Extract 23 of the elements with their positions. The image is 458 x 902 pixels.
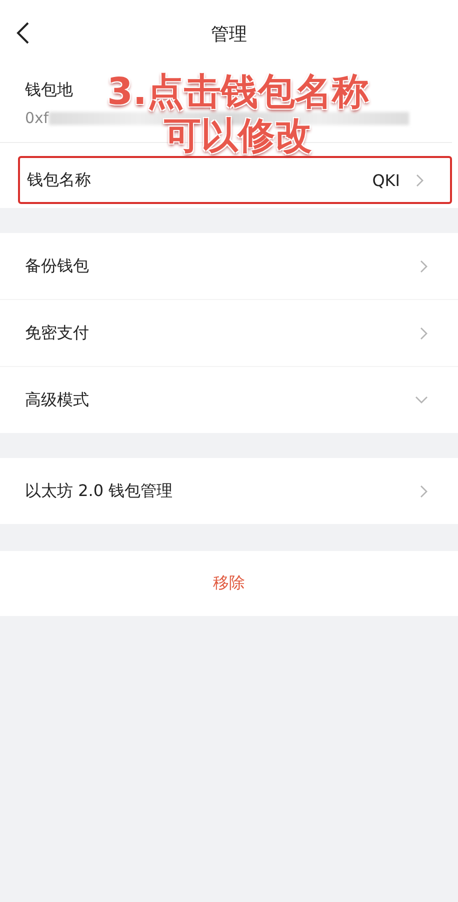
row-label: 备份钱包 bbox=[25, 256, 90, 276]
settings-row[interactable]: 高级模式 bbox=[0, 366, 458, 433]
wallet-name: QKI bbox=[372, 170, 400, 190]
chevron-right-icon bbox=[416, 174, 424, 186]
back-icon[interactable] bbox=[16, 22, 30, 44]
annotation-text: 可以修改 bbox=[164, 114, 312, 158]
settings-row[interactable]: 备份钱包 bbox=[0, 233, 458, 299]
chevron-right-icon bbox=[420, 260, 428, 272]
wallet-name-row[interactable]: 钱包名称 QKI bbox=[18, 156, 452, 204]
row-label: 高级模式 bbox=[25, 390, 90, 410]
row-label: 以太坊 2.0 钱包管理 bbox=[25, 480, 174, 502]
row-label: 钱包名称 bbox=[27, 170, 92, 190]
settings-row[interactable]: 以太坊 2.0 钱包管理 bbox=[0, 458, 458, 524]
page-title: 管理 bbox=[211, 23, 247, 46]
chevron-right-icon bbox=[420, 326, 428, 340]
address-label: 钱包地 bbox=[25, 80, 73, 101]
wallet-address: 0xf bbox=[25, 109, 49, 127]
chevron-down-icon bbox=[415, 396, 428, 404]
annotation-text: 3.点击钱包名称 bbox=[107, 70, 369, 114]
row-label: 免密支付 bbox=[25, 322, 90, 344]
remove-button[interactable]: 移除 bbox=[0, 551, 458, 616]
settings-row[interactable]: 免密支付 bbox=[0, 299, 458, 366]
chevron-right-icon bbox=[420, 484, 428, 498]
